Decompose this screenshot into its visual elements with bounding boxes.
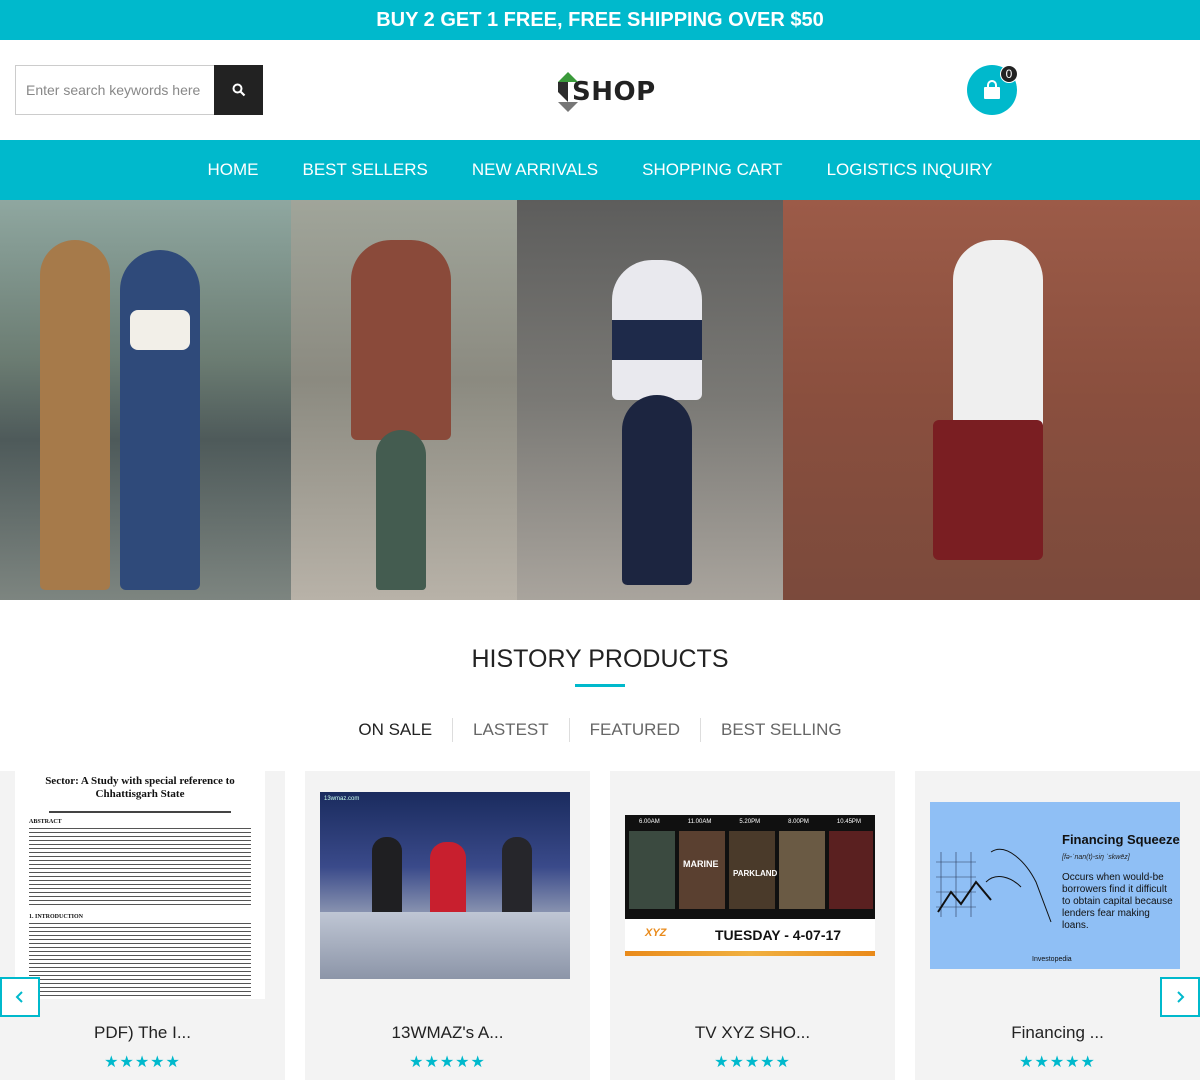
product-image[interactable]: 6.00AM 11.00AM 5.20PM 8.00PM 10.45PM MAR… bbox=[625, 815, 875, 956]
search-button[interactable] bbox=[214, 65, 263, 115]
chart-hand-illustration bbox=[936, 848, 1052, 923]
product-card[interactable]: 6.00AM 11.00AM 5.20PM 8.00PM 10.45PM MAR… bbox=[610, 771, 895, 1080]
search-icon bbox=[232, 83, 245, 97]
product-name[interactable]: 13WMAZ's A... bbox=[305, 1023, 590, 1043]
promo-text: BUY 2 GET 1 FREE, FREE SHIPPING OVER $50 bbox=[376, 8, 824, 31]
product-card[interactable]: Financing Squeeze [fə-ˈnan(t)-siŋ ˈskwēz… bbox=[915, 771, 1200, 1080]
tab-lastest[interactable]: LASTEST bbox=[452, 718, 569, 742]
product-image[interactable]: Sector: A Study with special reference t… bbox=[15, 771, 265, 999]
product-image[interactable]: 13wmaz.com bbox=[320, 792, 570, 979]
thumb-abstract-label: ABSTRACT bbox=[29, 819, 62, 826]
promo-banner: BUY 2 GET 1 FREE, FREE SHIPPING OVER $50 bbox=[0, 0, 1200, 40]
search-box bbox=[15, 65, 263, 115]
thumb-caption: 13wmaz.com bbox=[324, 796, 360, 802]
product-carousel: Sector: A Study with special reference t… bbox=[0, 771, 1200, 1080]
nav-best-sellers[interactable]: BEST SELLERS bbox=[280, 160, 449, 180]
schedule-title: MARINE bbox=[683, 859, 719, 869]
thumb-phonetic: [fə-ˈnan(t)-siŋ ˈskwēz] bbox=[1062, 854, 1130, 861]
product-rating: ★★★★★ bbox=[409, 1054, 486, 1071]
logo-icon bbox=[558, 72, 578, 112]
product-rating: ★★★★★ bbox=[714, 1054, 791, 1071]
banner-photo-3 bbox=[517, 200, 783, 600]
section-title: HISTORY PRODUCTS bbox=[471, 645, 729, 673]
product-name[interactable]: PDF) The I... bbox=[0, 1023, 285, 1043]
logo-text: SHOP bbox=[572, 77, 656, 107]
cart-count-badge: 0 bbox=[1000, 65, 1018, 83]
carousel-next-button[interactable] bbox=[1160, 977, 1200, 1017]
tab-on-sale[interactable]: ON SALE bbox=[338, 718, 452, 742]
chevron-right-icon bbox=[1177, 991, 1185, 1003]
chevron-left-icon bbox=[15, 991, 23, 1003]
thumb-heading: Sector: A Study with special reference t… bbox=[45, 775, 235, 801]
banner-photo-4 bbox=[783, 200, 1200, 600]
title-underline bbox=[575, 684, 625, 687]
banner-photo-2 bbox=[291, 200, 517, 600]
product-name[interactable]: TV XYZ SHO... bbox=[610, 1023, 895, 1043]
nav-home[interactable]: HOME bbox=[185, 160, 280, 180]
thumb-definition: Occurs when would-be borrowers find it d… bbox=[1062, 872, 1173, 931]
nav-logistics-inquiry[interactable]: LOGISTICS INQUIRY bbox=[805, 160, 1015, 180]
thumb-intro-label: 1. INTRODUCTION bbox=[29, 914, 84, 921]
product-card[interactable]: Sector: A Study with special reference t… bbox=[0, 771, 285, 1080]
schedule-time: 10.45PM bbox=[836, 819, 861, 825]
hero-banner[interactable] bbox=[0, 200, 1200, 600]
product-card[interactable]: 13wmaz.com 13WMAZ's A... ★★★★★ bbox=[305, 771, 590, 1080]
nav-new-arrivals[interactable]: NEW ARRIVALS bbox=[450, 160, 620, 180]
thumb-brand: Investopedia bbox=[1032, 956, 1072, 963]
xyz-logo: XYZ bbox=[645, 927, 667, 939]
site-logo[interactable]: SHOP bbox=[558, 72, 655, 112]
schedule-time: 6.00AM bbox=[639, 819, 660, 825]
nav-shopping-cart[interactable]: SHOPPING CART bbox=[620, 160, 804, 180]
header: SHOP 0 bbox=[0, 40, 1200, 140]
product-tabs: ON SALE LASTEST FEATURED BEST SELLING bbox=[0, 718, 1200, 742]
carousel-prev-button[interactable] bbox=[0, 977, 40, 1017]
main-nav: HOME BEST SELLERS NEW ARRIVALS SHOPPING … bbox=[0, 140, 1200, 200]
search-input[interactable] bbox=[15, 65, 214, 115]
thumb-title: Financing Squeeze bbox=[1062, 832, 1180, 847]
schedule-time: 5.20PM bbox=[739, 819, 761, 825]
schedule-time: 8.00PM bbox=[788, 819, 809, 825]
schedule-time: 11.00AM bbox=[687, 819, 712, 825]
shopping-bag-icon bbox=[984, 80, 1000, 99]
banner-photo-1 bbox=[0, 200, 291, 600]
schedule-date: TUESDAY - 4-07-17 bbox=[715, 927, 842, 943]
product-rating: ★★★★★ bbox=[1019, 1054, 1096, 1071]
schedule-title: PARKLAND bbox=[733, 869, 778, 878]
product-image[interactable]: Financing Squeeze [fə-ˈnan(t)-siŋ ˈskwēz… bbox=[930, 802, 1180, 969]
product-name[interactable]: Financing ... bbox=[915, 1023, 1200, 1043]
product-rating: ★★★★★ bbox=[104, 1054, 181, 1071]
tab-best-selling[interactable]: BEST SELLING bbox=[700, 718, 862, 742]
tab-featured[interactable]: FEATURED bbox=[568, 718, 700, 742]
